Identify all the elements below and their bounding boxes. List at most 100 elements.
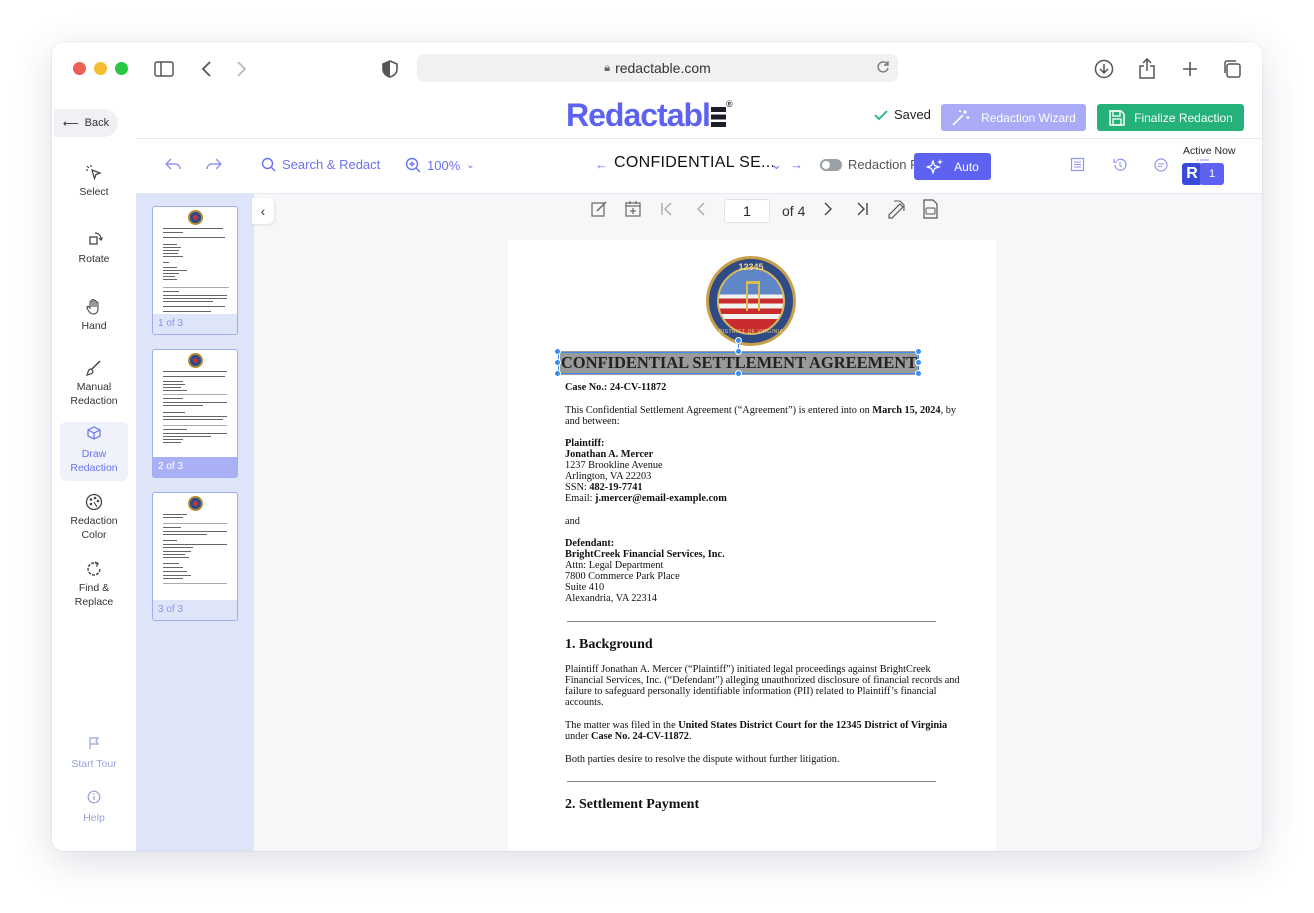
page-thumbnail-2[interactable]: 2 of 3 bbox=[152, 349, 238, 478]
rotate-icon bbox=[60, 231, 128, 251]
last-page-button[interactable] bbox=[845, 202, 879, 220]
document-menu-chevron[interactable]: ⌄ bbox=[771, 157, 782, 173]
active-users-count[interactable]: 1 bbox=[1200, 163, 1224, 185]
tool-rotate-label: Rotate bbox=[78, 253, 110, 265]
saved-label: Saved bbox=[894, 107, 931, 122]
intro-text-3: and between: bbox=[565, 416, 620, 427]
defendant-address-3: Suite 410 bbox=[565, 582, 605, 593]
document-title[interactable]: CONFIDENTIAL SE... bbox=[614, 154, 775, 172]
email-value: j.mercer@email-example.com bbox=[595, 493, 727, 504]
resize-handle-nw[interactable] bbox=[554, 348, 561, 355]
help-button[interactable]: Help bbox=[60, 790, 128, 825]
and-text: and bbox=[565, 516, 580, 527]
toggle-switch[interactable] bbox=[820, 158, 842, 171]
auto-label: Auto bbox=[954, 159, 979, 174]
plaintiff-label: Plaintiff: bbox=[565, 438, 605, 449]
tool-rail: Select Rotate Hand Manual Redaction Draw… bbox=[52, 138, 136, 851]
tool-select[interactable]: Select bbox=[60, 164, 128, 199]
tool-hand[interactable]: Hand bbox=[60, 298, 128, 333]
zoom-value: 100% bbox=[427, 157, 461, 173]
resize-handle-s[interactable] bbox=[735, 370, 742, 377]
hand-icon bbox=[60, 298, 128, 318]
undo-button[interactable] bbox=[165, 157, 181, 171]
sidebar-toggle-icon[interactable] bbox=[152, 57, 176, 81]
active-now-label: Active Now bbox=[1183, 145, 1236, 157]
user-avatar[interactable]: R bbox=[1182, 163, 1202, 185]
browser-forward-icon[interactable] bbox=[229, 57, 253, 81]
history-icon bbox=[1113, 158, 1127, 171]
redo-button[interactable] bbox=[206, 157, 222, 171]
page-number-input[interactable]: 1 bbox=[724, 199, 770, 223]
editor-toolbar: Search & Redact 100% ⌄ ← CONFIDENTIAL SE… bbox=[136, 138, 1262, 194]
privacy-shield-icon[interactable] bbox=[378, 57, 402, 81]
email-label: Email: bbox=[565, 493, 596, 504]
reload-icon[interactable] bbox=[876, 60, 890, 77]
resize-handle-ne[interactable] bbox=[915, 348, 922, 355]
auto-redact-button[interactable]: Auto bbox=[914, 153, 991, 180]
zoom-dropdown[interactable]: 100% ⌄ bbox=[405, 157, 475, 173]
tool-find-label: Find & bbox=[78, 582, 110, 594]
tool-manual-redaction[interactable]: Manual Redaction bbox=[60, 359, 128, 408]
edit-page-button[interactable] bbox=[582, 200, 616, 222]
arrow-left-icon: ← bbox=[595, 157, 608, 172]
document-page[interactable]: 12345 DISTRICT OF VIRGINIA CONFIDENTIAL … bbox=[508, 240, 996, 851]
tool-rotate[interactable]: Rotate bbox=[60, 231, 128, 266]
document-list-button[interactable] bbox=[1070, 157, 1085, 172]
back-button[interactable]: ⟵ Back bbox=[54, 109, 118, 137]
flag-icon bbox=[60, 736, 128, 756]
resize-handle-se[interactable] bbox=[915, 370, 922, 377]
next-page-button[interactable] bbox=[811, 202, 845, 220]
history-button[interactable] bbox=[1112, 157, 1128, 173]
new-tab-icon[interactable] bbox=[1178, 57, 1202, 81]
comments-button[interactable] bbox=[1153, 157, 1169, 173]
redaction-wizard-button[interactable]: Redaction Wizard bbox=[941, 104, 1086, 131]
plaintiff-address-1: 1237 Brookline Avenue bbox=[565, 460, 663, 471]
first-page-button[interactable] bbox=[650, 202, 684, 220]
section-heading-background: 1. Background bbox=[565, 637, 653, 652]
thumbnail-label: 2 of 3 bbox=[153, 457, 237, 477]
address-bar[interactable]: 🔒︎ redactable.com bbox=[417, 54, 898, 82]
page-thumbnail-3[interactable]: 3 of 3 bbox=[152, 492, 238, 621]
prev-page-button[interactable] bbox=[684, 202, 718, 220]
defendant-label: Defendant: bbox=[565, 538, 615, 549]
rotation-handle[interactable] bbox=[735, 337, 742, 344]
export-button[interactable] bbox=[913, 199, 947, 223]
background-line-4: accounts. bbox=[565, 697, 604, 708]
tool-color-label2: Color bbox=[81, 529, 107, 541]
minimize-window-button[interactable] bbox=[94, 62, 107, 75]
court-seal-image: 12345 DISTRICT OF VIRGINIA bbox=[706, 256, 796, 346]
resize-handle-n[interactable] bbox=[735, 348, 742, 355]
wizard-label: Redaction Wizard bbox=[981, 110, 1076, 125]
download-icon[interactable] bbox=[1092, 57, 1116, 81]
finalize-label: Finalize Redaction bbox=[1134, 110, 1233, 125]
defendant-address-4: Alexandria, VA 22314 bbox=[565, 593, 657, 604]
resize-handle-w[interactable] bbox=[554, 359, 561, 366]
start-tour-button[interactable]: Start Tour bbox=[60, 736, 128, 771]
tool-manual-label2: Redaction bbox=[70, 395, 118, 407]
tool-redaction-color[interactable]: Redaction Color bbox=[60, 493, 128, 542]
collapse-thumbnails-button[interactable]: ‹ bbox=[252, 198, 274, 224]
tool-draw-redaction[interactable]: Draw Redaction bbox=[60, 422, 128, 481]
close-window-button[interactable] bbox=[73, 62, 86, 75]
page-total: of 4 bbox=[782, 203, 806, 219]
resize-handle-e[interactable] bbox=[915, 359, 922, 366]
resize-handle-sw[interactable] bbox=[554, 370, 561, 377]
thumbnail-label: 1 of 3 bbox=[153, 314, 237, 334]
share-icon[interactable] bbox=[1135, 57, 1159, 81]
next-document-button[interactable]: → bbox=[790, 157, 803, 172]
tab-overview-icon[interactable] bbox=[1220, 57, 1244, 81]
ssn-label: SSN: bbox=[565, 482, 590, 493]
add-page-button[interactable] bbox=[616, 200, 650, 222]
search-redact-button[interactable]: Search & Redact bbox=[261, 157, 380, 172]
finalize-redaction-button[interactable]: Finalize Redaction bbox=[1097, 104, 1244, 131]
redactable-logo[interactable]: Redactabl ® bbox=[566, 97, 733, 134]
signature-button[interactable] bbox=[879, 199, 913, 223]
tool-color-label: Redaction bbox=[70, 515, 118, 527]
browser-back-icon[interactable] bbox=[195, 57, 219, 81]
tool-find-replace[interactable]: Find & Replace bbox=[60, 560, 128, 609]
page-thumbnail-1[interactable]: 1 of 3 bbox=[152, 206, 238, 335]
prev-document-button[interactable]: ← bbox=[595, 157, 608, 172]
maximize-window-button[interactable] bbox=[115, 62, 128, 75]
filed-case: Case No. 24-CV-11872 bbox=[591, 731, 689, 742]
intro-date: March 15, 2024 bbox=[872, 405, 941, 416]
